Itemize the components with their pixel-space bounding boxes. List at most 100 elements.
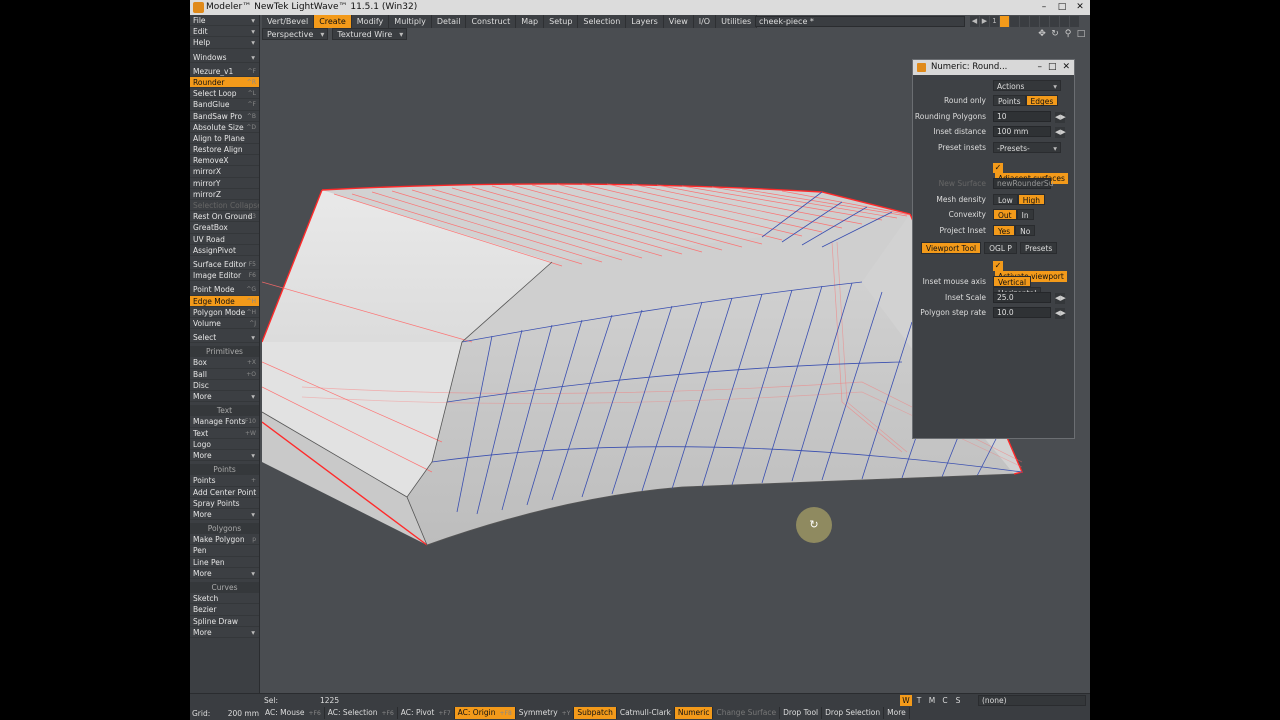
tab-ogl-p[interactable]: OGL P: [984, 241, 1017, 254]
toolbar-windows-dropdown[interactable]: Windows: [190, 51, 259, 63]
layer-select-dropdown[interactable]: cheek-piece *: [755, 16, 965, 27]
round-only-points-option[interactable]: Points: [993, 95, 1026, 107]
toolbar-ball-button[interactable]: Ball +O: [190, 368, 259, 380]
toolbar-select-dropdown[interactable]: Select: [190, 332, 259, 344]
toolbar-removex-button[interactable]: RemoveX: [190, 155, 259, 167]
rotate-view-icon[interactable]: ↻: [1050, 29, 1060, 39]
toolbar-restore-align-button[interactable]: Restore Align: [190, 144, 259, 156]
layer-4-button[interactable]: [1030, 16, 1039, 27]
tab-selection[interactable]: Selection: [578, 15, 627, 28]
toolbar-more-dropdown-5[interactable]: More: [190, 626, 259, 638]
ac-mouse-button[interactable]: AC: Mouse +F6: [262, 707, 325, 719]
tab-presets[interactable]: Presets: [1019, 241, 1058, 254]
project-inset-no-option[interactable]: No: [1015, 224, 1036, 236]
project-inset-yes-option[interactable]: Yes: [993, 224, 1016, 236]
toolbar-absolute-size-button[interactable]: Absolute Size ^D: [190, 121, 259, 133]
catmull-clark-button[interactable]: Catmull-Clark: [616, 707, 675, 719]
toolbar-bezier-button[interactable]: Bezier: [190, 604, 259, 616]
layer-5-button[interactable]: [1040, 16, 1049, 27]
layer-8-button[interactable]: [1070, 16, 1079, 27]
toolbar-mirrorx-button[interactable]: mirrorX: [190, 166, 259, 178]
vmap-dropdown[interactable]: (none): [978, 695, 1086, 706]
tab-setup[interactable]: Setup: [544, 15, 579, 28]
toolbar-align-to-plane-button[interactable]: Align to Plane: [190, 132, 259, 145]
tab-detail[interactable]: Detail: [431, 15, 467, 28]
toolbar-selection-collapse-button[interactable]: Selection Collapse: [190, 200, 259, 212]
mesh-density-high-option[interactable]: High: [1017, 193, 1046, 205]
ac-origin-button[interactable]: AC: Origin +F8: [454, 707, 516, 719]
toolbar-greatbox-button[interactable]: GreatBox: [190, 222, 259, 234]
tab-modify[interactable]: Modify: [351, 15, 390, 28]
polygon-step-rate-input[interactable]: 10.0: [993, 307, 1051, 319]
toolbar-pen-button[interactable]: Pen: [190, 545, 259, 557]
toolbar-surface-editor-button[interactable]: Surface Editor F5: [190, 258, 259, 271]
actions-dropdown[interactable]: Actions: [993, 80, 1061, 92]
toolbar-make-polygon-button[interactable]: Make Polygon p: [190, 534, 259, 546]
more-button[interactable]: More: [884, 707, 910, 719]
convexity-in-option[interactable]: In: [1016, 209, 1034, 221]
toolbar-more-dropdown-4[interactable]: More: [190, 567, 259, 579]
tab-utilities[interactable]: Utilities: [716, 15, 758, 28]
new-surface-input[interactable]: newRounderSu: [993, 178, 1053, 190]
tab-layers[interactable]: Layers: [626, 15, 664, 28]
layer-7-button[interactable]: [1060, 16, 1069, 27]
toolbar-mirrory-button[interactable]: mirrorY: [190, 177, 259, 189]
toolbar-disc-button[interactable]: Disc: [190, 379, 259, 391]
inset-scale-input[interactable]: 25.0: [993, 291, 1051, 303]
polygon-step-rate-stepper-icon[interactable]: ◀▶: [1055, 308, 1066, 320]
toolbar-volume-button[interactable]: Volume ^J: [190, 317, 259, 330]
toolbar-edge-mode-button[interactable]: Edge Mode ^H: [190, 295, 259, 307]
drop-selection-button[interactable]: Drop Selection: [822, 707, 885, 719]
toolbar-image-editor-button[interactable]: Image Editor F6: [190, 270, 259, 282]
ac-pivot-button[interactable]: AC: Pivot +F7: [397, 707, 455, 719]
tab-construct[interactable]: Construct: [466, 15, 517, 28]
toolbar-spray-points-button[interactable]: Spray Points: [190, 497, 259, 509]
wtmcs-m-button[interactable]: M: [926, 695, 938, 706]
wtmcs-s-button[interactable]: S: [952, 695, 964, 706]
toolbar-logo-button[interactable]: Logo: [190, 438, 259, 450]
toolbar-text-button[interactable]: Text +W: [190, 427, 259, 439]
layer-3-button[interactable]: [1020, 16, 1029, 27]
rounding-polygons-input[interactable]: 10: [993, 110, 1051, 122]
layer-fg-button[interactable]: [1000, 16, 1009, 27]
wtmcs-w-button[interactable]: W: [900, 695, 912, 706]
tab-view[interactable]: View: [663, 15, 694, 28]
zoom-view-icon[interactable]: ⚲: [1063, 29, 1073, 39]
toolbar-add-center-point-button[interactable]: Add Center Point: [190, 486, 259, 498]
inset-mouse-axis-vertical-option[interactable]: Vertical: [993, 276, 1032, 288]
toolbar-mirrorz-button[interactable]: mirrorZ: [190, 188, 259, 200]
wtmcs-c-button[interactable]: C: [939, 695, 951, 706]
toolbar-line-pen-button[interactable]: Line Pen: [190, 556, 259, 568]
render-mode-dropdown[interactable]: Textured Wire: [332, 28, 408, 41]
maximize-icon[interactable]: □: [1054, 1, 1070, 13]
drop-tool-button[interactable]: Drop Tool: [780, 707, 823, 719]
toolbar-manage-fonts-button[interactable]: Manage Fonts F10: [190, 416, 259, 428]
toolbar-spline-draw-button[interactable]: Spline Draw: [190, 615, 259, 627]
toolbar-box-button[interactable]: Box +X: [190, 357, 259, 369]
toolbar-point-mode-button[interactable]: Point Mode ^G: [190, 284, 259, 296]
tab-vert-bevel[interactable]: Vert/Bevel: [262, 15, 315, 28]
panel-maximize-icon[interactable]: □: [1048, 60, 1057, 75]
toolbar-file-dropdown[interactable]: File: [190, 15, 259, 27]
move-view-icon[interactable]: ✥: [1037, 29, 1047, 39]
layer-6-button[interactable]: [1050, 16, 1059, 27]
preset-insets-dropdown[interactable]: -Presets-: [993, 141, 1061, 154]
toolbar-polygon-mode-button[interactable]: Polygon Mode ^H: [190, 306, 259, 318]
rounding-polygons-stepper-icon[interactable]: ◀▶: [1055, 111, 1066, 123]
tab-map[interactable]: Map: [516, 15, 545, 28]
symmetry-button[interactable]: Symmetry +Y: [515, 707, 575, 719]
toolbar-more-dropdown-3[interactable]: More: [190, 508, 259, 521]
tab-viewport-tool[interactable]: Viewport Tool: [921, 241, 982, 254]
view-mode-dropdown[interactable]: Perspective: [262, 28, 329, 41]
layer-1-button[interactable]: 1: [990, 16, 999, 27]
mesh-density-low-option[interactable]: Low: [993, 193, 1018, 205]
toolbar-edit-dropdown[interactable]: Edit: [190, 26, 259, 38]
close-icon[interactable]: ✕: [1072, 1, 1088, 13]
toolbar-more-dropdown-2[interactable]: More: [190, 449, 259, 462]
minimize-icon[interactable]: –: [1036, 1, 1052, 13]
tab-i-o[interactable]: I/O: [693, 15, 717, 28]
inset-scale-stepper-icon[interactable]: ◀▶: [1055, 292, 1066, 304]
toolbar-rounder-button[interactable]: Rounder ^R: [190, 76, 259, 89]
maximize-viewport-icon[interactable]: □: [1076, 29, 1086, 39]
layer-prev-icon[interactable]: ◀: [970, 16, 979, 27]
